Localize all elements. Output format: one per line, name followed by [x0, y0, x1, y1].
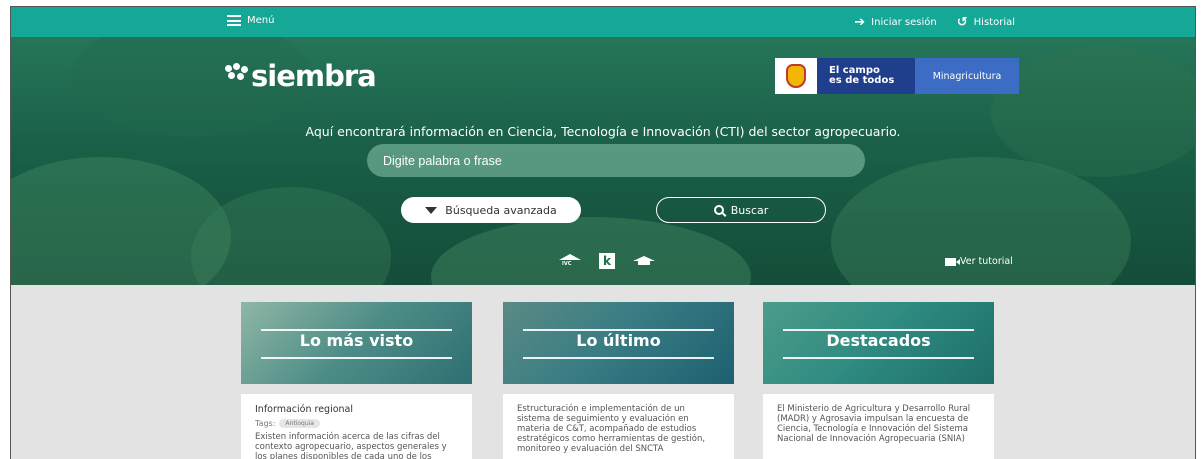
history-link[interactable]: ↺ Historial [957, 15, 1015, 30]
card-title: Lo último [576, 331, 661, 350]
sign-in-icon: ➔ [854, 15, 866, 30]
card-text: El Ministerio de Agricultura y Desarroll… [777, 404, 971, 444]
menu-button[interactable]: Menú [227, 15, 274, 26]
card-body[interactable]: El Ministerio de Agricultura y Desarroll… [763, 394, 994, 459]
siembra-logo[interactable]: siembra [223, 59, 377, 93]
ministry-label: Minagricultura [915, 58, 1019, 94]
card-banner[interactable]: Lo más visto [241, 302, 472, 384]
hero-banner: siembra El campo es de todos Minagricult… [11, 37, 1195, 285]
tutorial-label: Ver tutorial [960, 256, 1013, 267]
tutorial-link[interactable]: Ver tutorial [945, 256, 1013, 267]
government-banner[interactable]: El campo es de todos Minagricultura [775, 58, 1019, 94]
hamburger-icon [227, 15, 241, 26]
tag-badge[interactable]: Antioquia [279, 419, 320, 428]
card-tags: Tags: Antioquia [255, 419, 458, 428]
advanced-search-label: Búsqueda avanzada [445, 203, 557, 217]
search-icon [713, 205, 724, 215]
campo-slogan: El campo es de todos [817, 58, 915, 94]
search-button[interactable]: Buscar [656, 197, 826, 223]
video-camera-icon [945, 257, 960, 266]
advanced-search-button[interactable]: Búsqueda avanzada [401, 197, 581, 223]
quick-links: IVC k [559, 253, 655, 269]
top-bar: Menú ➔ Iniciar sesión ↺ Historial [11, 7, 1195, 37]
coat-of-arms-icon [775, 58, 817, 94]
content-cards: Lo más visto Información regional Tags: … [241, 302, 1001, 459]
filter-icon [425, 206, 438, 214]
card-body[interactable]: Información regional Tags: Antioquia Exi… [241, 394, 472, 459]
card-banner[interactable]: Lo último [503, 302, 734, 384]
login-link[interactable]: ➔ Iniciar sesión [854, 15, 936, 30]
login-label: Iniciar sesión [871, 17, 937, 28]
history-label: Historial [973, 17, 1015, 28]
browser-viewport: Menú ➔ Iniciar sesión ↺ Historial siembr… [10, 6, 1196, 459]
card-title: Lo más visto [299, 331, 414, 350]
k-icon[interactable]: k [599, 253, 615, 269]
card-most-viewed: Lo más visto Información regional Tags: … [241, 302, 472, 459]
card-text: Existen información acerca de las cifras… [255, 432, 447, 459]
card-heading: Información regional [255, 404, 354, 415]
logo-text: siembra [251, 59, 377, 93]
card-banner[interactable]: Destacados [763, 302, 994, 384]
search-input[interactable] [367, 144, 865, 177]
logo-mark-icon [223, 63, 249, 89]
card-latest: Lo último Estructuración e implementació… [503, 302, 734, 459]
search-label: Buscar [730, 203, 769, 217]
card-title: Destacados [826, 331, 931, 350]
graduation-cap-icon[interactable] [633, 254, 655, 268]
card-text: Estructuración e implementación de un si… [517, 404, 706, 454]
hero-tagline: Aquí encontrará información en Ciencia, … [305, 124, 901, 139]
menu-label: Menú [247, 15, 275, 26]
card-body[interactable]: Estructuración e implementación de un si… [503, 394, 734, 459]
ivc-icon[interactable]: IVC [559, 254, 581, 268]
history-icon: ↺ [956, 15, 968, 30]
card-featured: Destacados El Ministerio de Agricultura … [763, 302, 994, 459]
